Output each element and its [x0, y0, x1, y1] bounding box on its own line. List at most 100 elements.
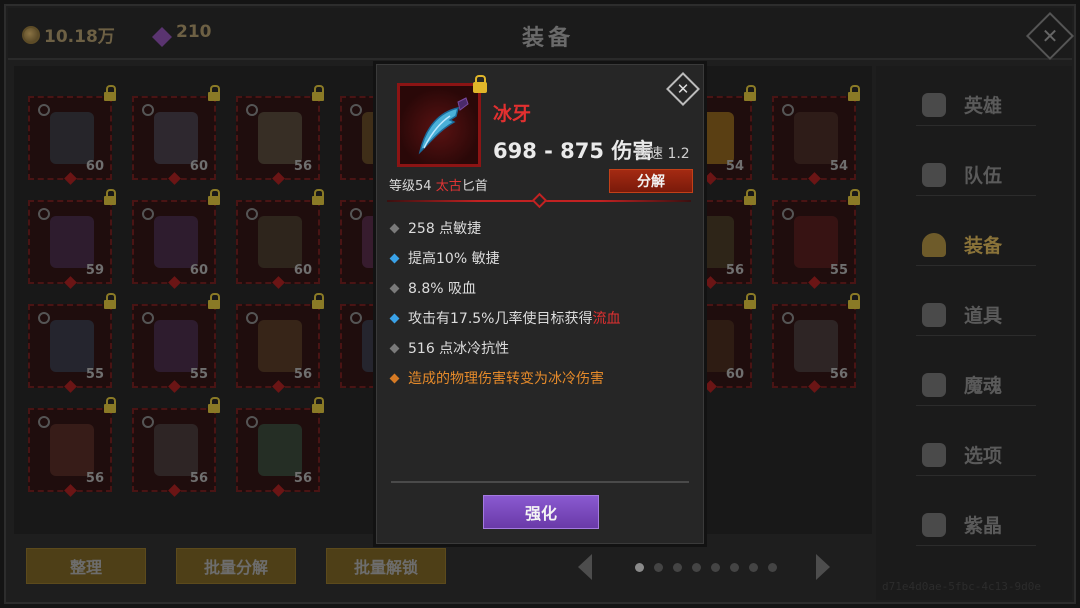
select-circle-icon[interactable]: [38, 416, 50, 428]
menu-item-label: 队伍: [964, 165, 1003, 187]
select-circle-icon[interactable]: [142, 416, 154, 428]
lock-icon: [208, 85, 220, 102]
inventory-slot[interactable]: 54: [772, 85, 860, 185]
page-dot[interactable]: [673, 562, 682, 572]
page-dot[interactable]: [749, 562, 758, 572]
lock-icon: [104, 85, 116, 102]
next-page-icon[interactable]: [816, 554, 830, 580]
select-circle-icon[interactable]: [142, 104, 154, 116]
gold-counter: 10.18万: [22, 22, 115, 47]
inventory-slot[interactable]: 56: [28, 397, 116, 497]
select-circle-icon[interactable]: [246, 416, 258, 428]
stat-line: 攻击有17.5%几率使目标获得 流血: [389, 303, 691, 333]
inventory-slot[interactable]: 56: [772, 293, 860, 393]
popup-close-button[interactable]: ✕: [666, 72, 700, 106]
item-level: 60: [189, 159, 208, 174]
select-circle-icon[interactable]: [350, 208, 362, 220]
upgrade-button[interactable]: 强化: [483, 495, 599, 529]
batch-unlock-button[interactable]: 批量解锁: [326, 548, 446, 584]
select-circle-icon[interactable]: [246, 208, 258, 220]
flame-icon: [922, 372, 946, 397]
stat-line: 8.8% 吸血: [389, 273, 691, 303]
slot-marker: [272, 380, 285, 393]
lock-icon: [848, 293, 860, 310]
purple-boots-icon: [50, 216, 94, 268]
diamond-bullet-icon: [389, 223, 400, 233]
menu-item[interactable]: 装备: [916, 224, 1036, 266]
item-level: 55: [85, 367, 104, 382]
lock-icon: [312, 189, 324, 206]
flag-icon: [922, 162, 946, 187]
stat-highlight: 流血: [592, 311, 621, 327]
select-circle-icon[interactable]: [38, 208, 50, 220]
inventory-slot[interactable]: 60: [132, 85, 220, 185]
diamond-bullet-icon: [389, 313, 400, 323]
page-dot[interactable]: [692, 562, 701, 572]
menu-item[interactable]: 英雄: [916, 84, 1036, 126]
item-portrait: [397, 83, 481, 167]
heroes-icon: [922, 92, 946, 117]
inventory-slot[interactable]: 56: [236, 293, 324, 393]
page-dot[interactable]: [654, 562, 663, 572]
menu-item[interactable]: 道具: [916, 294, 1036, 336]
menu-item[interactable]: 队伍: [916, 154, 1036, 196]
menu-item[interactable]: 魔魂: [916, 364, 1036, 406]
slot-marker: [808, 276, 821, 289]
select-circle-icon[interactable]: [782, 312, 794, 324]
sort-button[interactable]: 整理: [26, 548, 146, 584]
inventory-slot[interactable]: 55: [132, 293, 220, 393]
select-circle-icon[interactable]: [38, 104, 50, 116]
select-circle-icon[interactable]: [782, 208, 794, 220]
select-circle-icon[interactable]: [246, 312, 258, 324]
item-level: 54: [829, 159, 848, 174]
item-meta: 等级54 太古匕首: [389, 175, 488, 194]
menu-item-label: 选项: [964, 445, 1003, 467]
dismantle-button[interactable]: 分解: [609, 169, 693, 193]
select-circle-icon[interactable]: [246, 104, 258, 116]
page-dot[interactable]: [768, 562, 777, 572]
inventory-slot[interactable]: 60: [236, 189, 324, 289]
prev-page-icon[interactable]: [578, 554, 592, 580]
inventory-slot[interactable]: 55: [772, 189, 860, 289]
inventory-slot[interactable]: 56: [236, 397, 324, 497]
sword-icon: [794, 216, 838, 268]
select-circle-icon[interactable]: [142, 312, 154, 324]
menu-item[interactable]: 选项: [916, 434, 1036, 476]
belt-icon: [154, 216, 198, 268]
lock-icon: [104, 189, 116, 206]
inventory-slot[interactable]: 56: [132, 397, 220, 497]
slot-marker: [168, 484, 181, 497]
item-level: 60: [725, 367, 744, 382]
slot-marker: [64, 380, 77, 393]
select-circle-icon[interactable]: [142, 208, 154, 220]
menu-item-label: 紫晶: [964, 515, 1003, 537]
page-dot[interactable]: [711, 562, 720, 572]
stat-line: 提高10% 敏捷: [389, 243, 691, 273]
inventory-slot[interactable]: 56: [236, 85, 324, 185]
menu-item[interactable]: 紫晶: [916, 504, 1036, 546]
divider: [391, 481, 689, 483]
page-dot[interactable]: [635, 562, 644, 572]
item-level: 60: [85, 159, 104, 174]
gear-icon: [922, 442, 946, 467]
stat-text: 516 点冰冷抗性: [408, 341, 510, 357]
select-circle-icon[interactable]: [350, 104, 362, 116]
lock-icon: [208, 189, 220, 206]
page-dot[interactable]: [730, 562, 739, 572]
lock-icon[interactable]: [473, 75, 487, 95]
select-circle-icon[interactable]: [782, 104, 794, 116]
inventory-slot[interactable]: 60: [28, 85, 116, 185]
inventory-slot[interactable]: 55: [28, 293, 116, 393]
gauntlet-icon: [258, 216, 302, 268]
slot-marker: [272, 276, 285, 289]
select-circle-icon[interactable]: [38, 312, 50, 324]
inventory-slot[interactable]: 59: [28, 189, 116, 289]
inventory-slot[interactable]: 60: [132, 189, 220, 289]
pagination: [578, 552, 830, 582]
stat-text: 8.8% 吸血: [408, 281, 477, 297]
item-damage: 698 - 875 伤害: [493, 139, 654, 163]
select-circle-icon[interactable]: [350, 312, 362, 324]
slot-marker: [704, 276, 717, 289]
batch-dismantle-button[interactable]: 批量分解: [176, 548, 296, 584]
gloves-icon: [154, 320, 198, 372]
